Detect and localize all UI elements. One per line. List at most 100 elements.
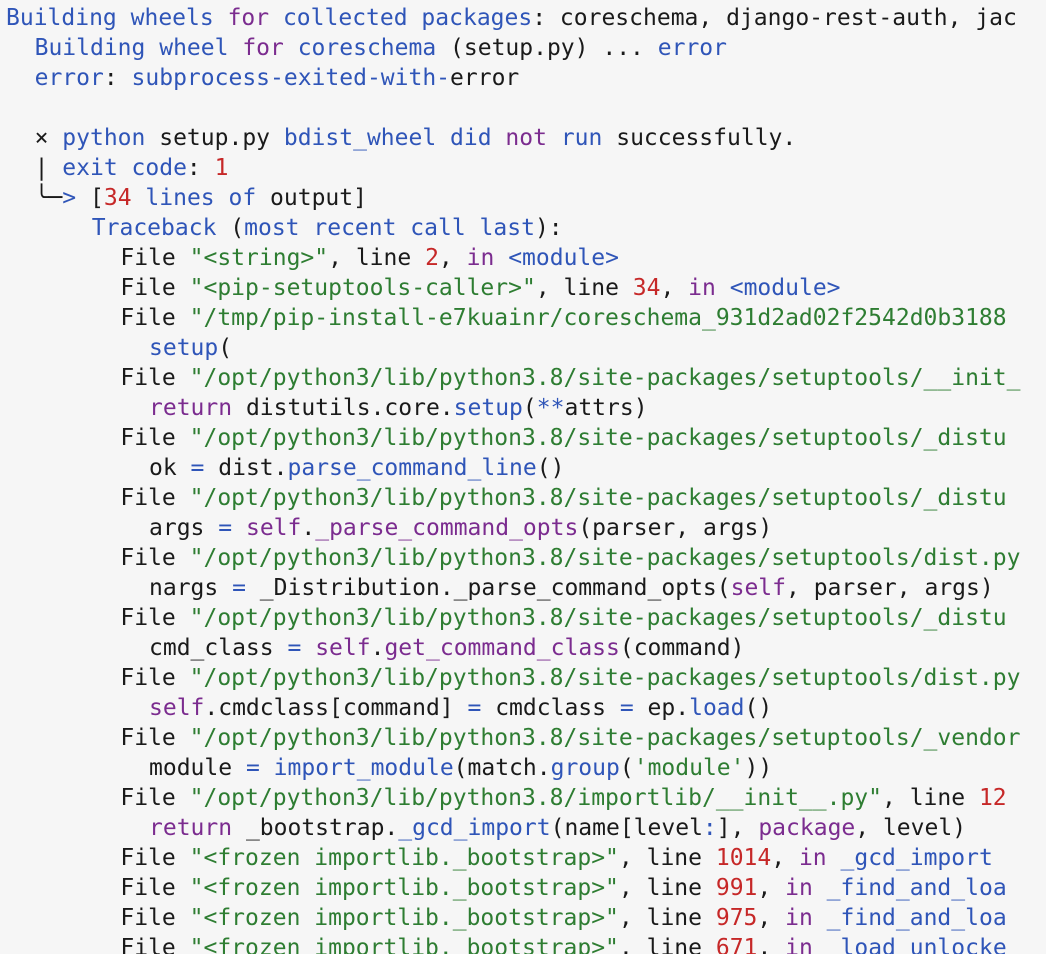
text-segment: ** xyxy=(536,395,565,421)
text-segment: File xyxy=(120,305,190,331)
text-segment: self xyxy=(315,635,371,661)
text-segment: 'module' xyxy=(633,755,745,781)
text-segment: in xyxy=(466,245,495,271)
text-segment: . xyxy=(370,635,385,661)
text-segment: most recent call last xyxy=(244,215,535,241)
terminal-line: nargs = _Distribution._parse_command_opt… xyxy=(149,573,994,603)
text-segment: (name[level xyxy=(550,815,703,841)
text-segment: : xyxy=(103,65,132,91)
text-segment: "/opt/python3/lib/python3.8/site-package… xyxy=(189,665,1021,691)
text-segment: × xyxy=(34,125,63,151)
terminal-line: self.cmdclass[command] = cmdclass = ep.l… xyxy=(149,693,772,723)
text-segment: load xyxy=(689,695,745,721)
text-segment: , xyxy=(771,845,799,871)
text-segment: in xyxy=(688,275,716,301)
text-segment: File xyxy=(120,485,190,511)
terminal-line: File "<frozen importlib._bootstrap>", li… xyxy=(120,873,1006,903)
terminal-line: | exit code: 1 xyxy=(35,153,229,183)
text-segment: () xyxy=(744,695,773,721)
text-segment: ( xyxy=(230,215,245,241)
text-segment xyxy=(232,515,246,541)
terminal-line: File "/opt/python3/lib/python3.8/site-pa… xyxy=(120,483,1006,513)
text-segment: coreschema xyxy=(283,35,451,61)
text-segment: "/opt/python3/lib/python3.8/site-package… xyxy=(189,545,1021,571)
text-segment: ( xyxy=(522,395,537,421)
terminal-line: File "<frozen importlib._bootstrap>", li… xyxy=(120,903,1006,933)
text-segment: get_command_class xyxy=(384,635,620,661)
text-segment: ╰─ xyxy=(34,185,63,211)
text-segment: "/opt/python3/lib/python3.8/site-package… xyxy=(189,605,1007,631)
text-segment: self xyxy=(149,695,205,721)
text-segment: for xyxy=(227,5,270,31)
text-segment: module xyxy=(149,755,246,781)
text-segment: 991 xyxy=(715,875,758,901)
text-segment: , xyxy=(660,275,689,301)
text-segment: File xyxy=(120,605,190,631)
terminal-line: setup( xyxy=(149,333,232,363)
text-segment xyxy=(494,245,508,271)
text-segment: : xyxy=(702,815,717,841)
text-segment: return xyxy=(149,815,233,841)
text-segment: _Distribution._parse_command_opts( xyxy=(245,575,731,601)
text-segment: <module> xyxy=(729,275,841,301)
text-segment: = xyxy=(232,575,246,601)
terminal-line: File "<frozen importlib._bootstrap>", li… xyxy=(120,933,1006,954)
terminal-line: Building wheel for coreschema (setup.py)… xyxy=(35,33,727,63)
text-segment: not xyxy=(505,125,547,151)
text-segment: Building wheel xyxy=(34,35,243,61)
text-segment: File xyxy=(120,785,190,811)
text-segment: nargs xyxy=(149,575,233,601)
text-segment: "/opt/python3/lib/python3.8/site-package… xyxy=(189,485,1007,511)
text-segment: lines of xyxy=(131,185,271,211)
text-segment xyxy=(301,635,315,661)
text-segment: (setup.py) ... xyxy=(450,35,658,61)
text-segment: in xyxy=(785,905,813,931)
text-segment: "/opt/python3/lib/python3.8/site-package… xyxy=(189,725,1021,751)
text-segment: "<frozen importlib._bootstrap>" xyxy=(189,935,619,954)
terminal-line: File "/opt/python3/lib/python3.8/importl… xyxy=(120,783,1006,813)
text-segment: : xyxy=(186,155,215,181)
text-segment: File xyxy=(120,725,190,751)
text-segment: distutils.core. xyxy=(232,395,454,421)
text-segment: <module> xyxy=(508,245,619,271)
text-segment: File xyxy=(120,845,190,871)
text-segment: = xyxy=(619,695,634,721)
text-segment: () xyxy=(536,455,565,481)
terminal-line: File "<string>", line 2, in <module> xyxy=(120,243,619,273)
text-segment: [ xyxy=(90,185,104,211)
text-segment: ], xyxy=(716,815,759,841)
text-segment: ok xyxy=(149,455,191,481)
text-segment: args xyxy=(149,515,219,541)
text-segment: File xyxy=(120,245,190,271)
text-segment: setup xyxy=(149,335,219,361)
text-segment: File xyxy=(120,665,190,691)
text-segment: error xyxy=(450,65,520,91)
text-segment: File xyxy=(120,905,190,931)
text-segment: File xyxy=(120,275,190,301)
text-segment: . xyxy=(301,515,316,541)
text-segment: cmdclass xyxy=(481,695,620,721)
text-segment: , line xyxy=(328,245,426,271)
terminal-line: error: subprocess-exited-with-error xyxy=(35,63,520,93)
terminal-line: args = self._parse_command_opts(parser, … xyxy=(149,513,772,543)
text-segment: cmd_class xyxy=(149,635,288,661)
text-segment: bdist_wheel did xyxy=(283,125,506,151)
text-segment: .cmdclass[command] xyxy=(204,695,468,721)
text-segment: group xyxy=(550,755,620,781)
text-segment: 2 xyxy=(425,245,439,271)
text-segment: , xyxy=(757,875,786,901)
text-segment: "<frozen importlib._bootstrap>" xyxy=(189,875,619,901)
text-segment: , line xyxy=(882,785,979,811)
text-segment xyxy=(813,875,827,901)
text-segment: File xyxy=(120,545,190,571)
text-segment: _bootstrap. xyxy=(232,815,399,841)
text-segment: 975 xyxy=(715,905,758,931)
terminal-output[interactable]: Building wheels for collected packages: … xyxy=(0,0,1046,954)
text-segment: File xyxy=(120,365,190,391)
text-segment: , line xyxy=(618,875,716,901)
text-segment: ): xyxy=(534,215,563,241)
text-segment xyxy=(813,905,827,931)
text-segment: : coreschema, django-rest-auth, jac xyxy=(532,5,1017,31)
text-segment xyxy=(813,935,827,954)
text-segment: (match. xyxy=(453,755,551,781)
